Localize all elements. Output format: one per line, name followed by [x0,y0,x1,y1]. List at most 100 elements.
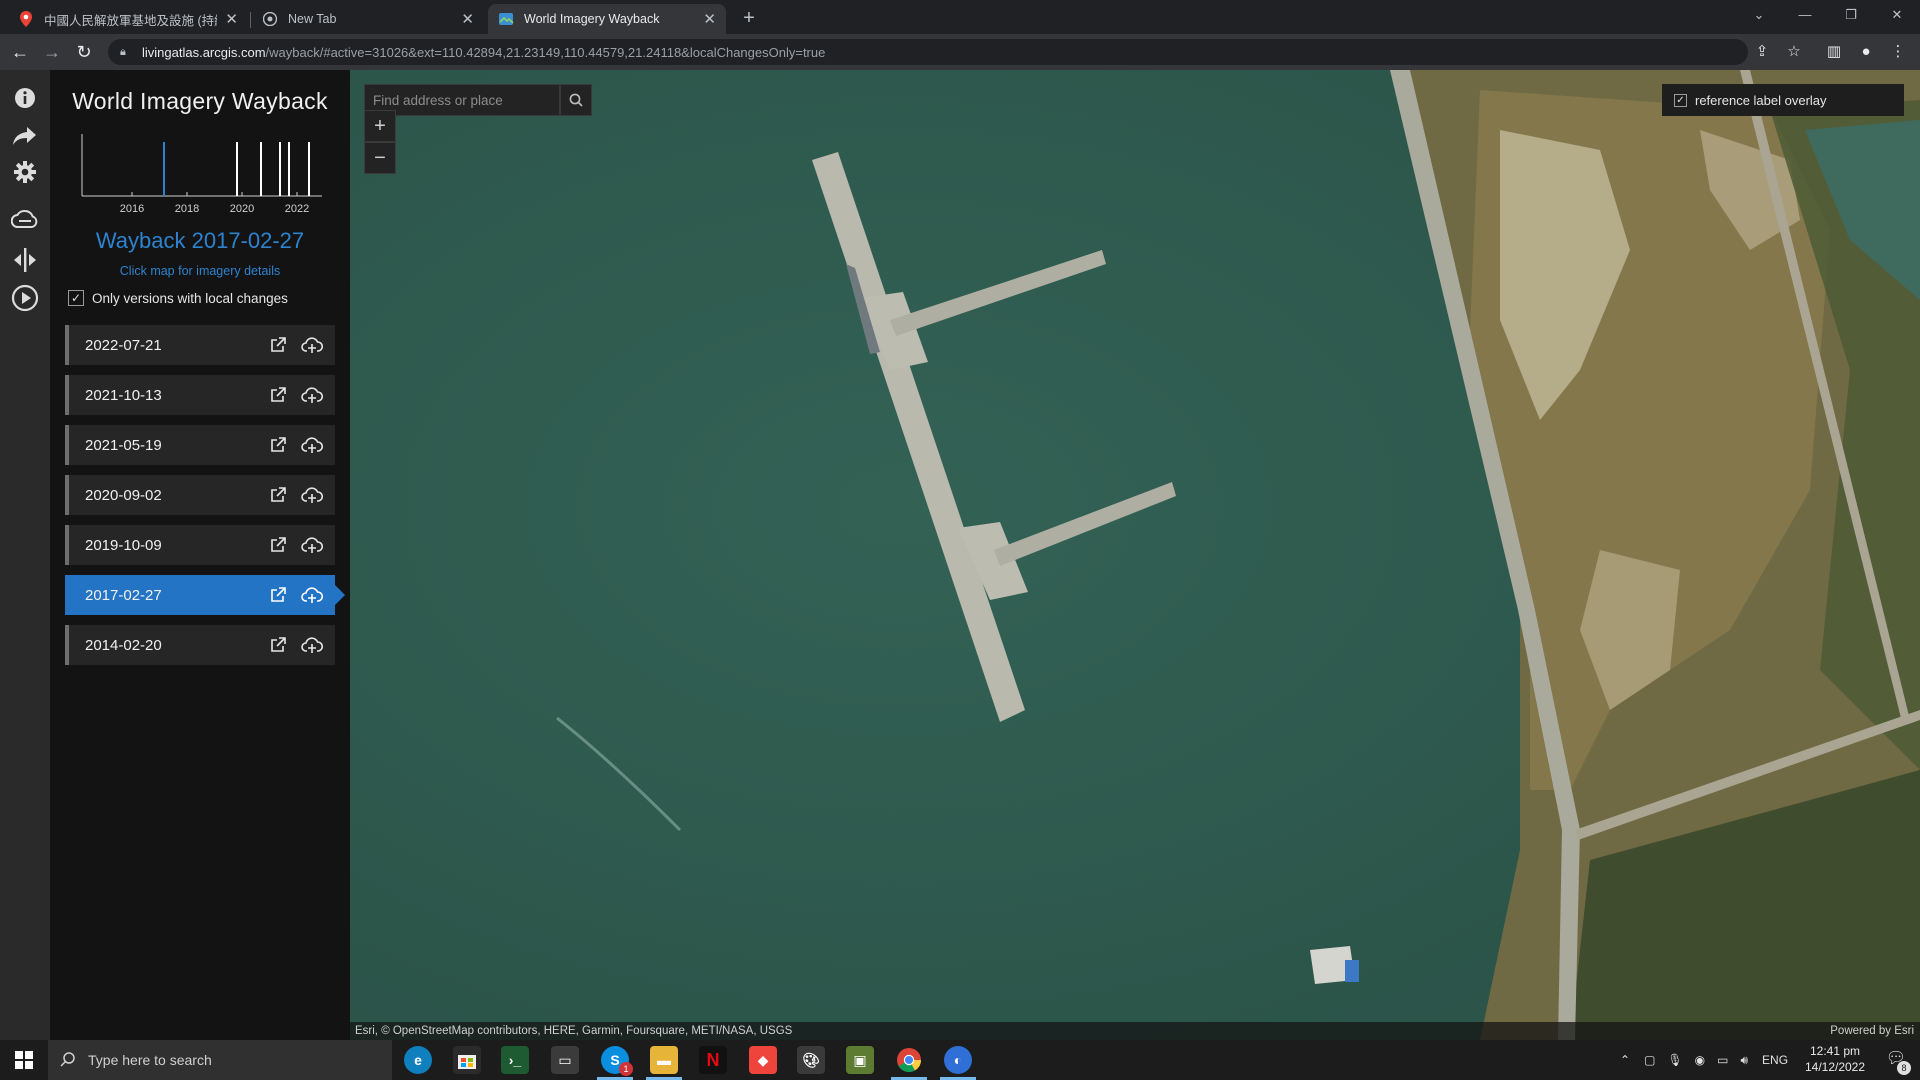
release-timeline[interactable]: 2016 2018 2020 2022 [80,134,325,216]
settings-icon[interactable] [11,158,39,186]
tab-new-tab[interactable]: New Tab ✕ [252,4,484,34]
taskbar-clock[interactable]: 12:41 pm 14/12/2022 [1790,1043,1880,1075]
map-view[interactable]: Find address or place + − ✓ reference la… [350,70,1920,1040]
add-to-map-cloud-icon[interactable] [301,534,323,556]
tab-title: World Imagery Wayback [524,12,660,26]
bookmark-star-icon[interactable]: ☆ [1782,40,1806,64]
release-item-2021-05-19[interactable]: 2021-05-19 [65,425,335,465]
back-button[interactable]: ← [8,40,32,64]
search-icon [60,1051,76,1070]
open-external-icon[interactable] [267,434,289,456]
forward-button[interactable]: → [40,40,64,64]
restore-button[interactable]: ❐ [1828,0,1874,30]
zoom-in-button[interactable]: + [364,110,396,142]
tab-search-icon[interactable]: ⌄ [1736,0,1782,30]
timeline-tick-2018: 2018 [175,203,199,215]
open-external-icon[interactable] [267,584,289,606]
notification-count-badge: 8 [1897,1061,1911,1075]
show-hidden-icons-chevron-icon[interactable]: ⌃ [1620,1053,1630,1067]
add-to-map-cloud-icon[interactable] [301,384,323,406]
search-icon[interactable] [560,84,592,116]
add-to-map-cloud-icon[interactable] [301,584,323,606]
release-item-2021-10-13[interactable]: 2021-10-13 [65,375,335,415]
open-external-icon[interactable] [267,534,289,556]
terminal-icon[interactable]: ›_ [501,1046,529,1074]
address-bar[interactable]: 🔒︎ livingatlas.arcgis.com /wayback/#acti… [108,39,1748,65]
clock-time: 12:41 pm [1809,1044,1861,1058]
store-icon[interactable] [453,1046,481,1074]
imagery-details-hint[interactable]: Click map for imagery details [50,264,350,278]
clock-date: 14/12/2022 [1804,1060,1866,1074]
close-tab-icon[interactable]: ✕ [225,10,238,28]
language-indicator[interactable]: ENG [1762,1053,1788,1067]
tab-title: New Tab [288,12,337,26]
browser-tab-bar: 中國人民解放軍基地及設施 (持續 ✕ New Tab ✕ World Image… [0,0,1920,34]
folder-dark-icon[interactable]: ▭ [551,1046,579,1074]
taskbar-search-input[interactable]: Type here to search [48,1040,392,1080]
new-tab-button[interactable]: + [735,4,763,32]
release-date: 2017-02-27 [85,586,162,604]
release-date: 2021-10-13 [85,386,162,404]
release-item-2020-09-02[interactable]: 2020-09-02 [65,475,335,515]
add-to-map-cloud-icon[interactable] [301,334,323,356]
anydesk-icon[interactable]: ◆ [749,1046,777,1074]
play-icon[interactable] [11,284,39,312]
zoom-out-button[interactable]: − [364,142,396,174]
powered-by-esri[interactable]: Powered by Esri [1830,1022,1914,1040]
close-tab-icon[interactable]: ✕ [461,10,474,28]
minecraft-icon[interactable]: ▣ [846,1046,874,1074]
profile-icon[interactable]: ● [1854,40,1878,64]
url-host: livingatlas.arcgis.com [142,44,266,60]
release-item-2019-10-09[interactable]: 2019-10-09 [65,525,335,565]
open-external-icon[interactable] [267,484,289,506]
selected-release-title: Wayback 2017-02-27 [95,228,305,253]
add-to-map-cloud-icon[interactable] [301,434,323,456]
satellite-imagery [350,70,1920,1040]
share-icon[interactable] [11,122,39,150]
network-icon[interactable]: ▭ [1717,1053,1728,1067]
tab-pla-bases[interactable]: 中國人民解放軍基地及設施 (持續 ✕ [8,4,248,34]
file-explorer-icon[interactable]: ▬ [650,1046,678,1074]
edge-icon[interactable]: e [404,1046,432,1074]
layers-icon[interactable] [11,206,39,234]
release-item-2014-02-20[interactable]: 2014-02-20 [65,625,335,665]
paint-icon[interactable]: 🎨︎ [797,1046,825,1074]
add-to-map-cloud-icon[interactable] [301,634,323,656]
open-external-icon[interactable] [267,334,289,356]
local-changes-checkbox[interactable]: ✓ [68,290,84,306]
wifi-icon[interactable]: ◉ [1695,1053,1705,1067]
reload-button[interactable]: ↻ [72,40,96,64]
minimize-button[interactable]: — [1782,0,1828,30]
microphone-icon[interactable]: 🎙︎ [1667,1053,1682,1067]
volume-icon[interactable]: 🔊︎ [1740,1053,1748,1068]
wayback-icon [498,11,514,27]
add-to-map-cloud-icon[interactable] [301,484,323,506]
release-date: 2020-09-02 [85,486,162,504]
system-tray: ⌃ ▢ 🎙︎ ◉ ▭ 🔊︎ ENG [1620,1040,1788,1080]
open-external-icon[interactable] [267,634,289,656]
windows-start-icon[interactable] [0,1040,48,1080]
local-changes-toggle[interactable]: ✓ Only versions with local changes [68,290,288,306]
wayback-app: World Imagery Wayback 2016 2018 2020 202… [0,70,1920,1040]
release-date: 2014-02-20 [85,636,162,654]
app-title: World Imagery Wayback [72,88,328,114]
release-item-2022-07-21[interactable]: 2022-07-21 [65,325,335,365]
close-window-button[interactable]: ✕ [1874,0,1920,30]
open-external-icon[interactable] [267,384,289,406]
netflix-icon[interactable]: N [699,1046,727,1074]
lock-icon: 🔒︎ [120,45,126,58]
release-item-2017-02-27[interactable]: 2017-02-27 [65,575,345,615]
side-panel-icon[interactable]: ▥ [1822,40,1846,64]
google-earth-icon[interactable]: ◐ [944,1046,972,1074]
meet-now-icon[interactable]: ▢ [1644,1053,1655,1067]
reference-label-toggle[interactable]: ✓ reference label overlay [1662,84,1904,116]
reference-label-checkbox[interactable]: ✓ [1674,93,1687,107]
info-icon[interactable] [11,84,39,112]
share-page-icon[interactable]: ⇪ [1750,40,1774,64]
close-tab-icon[interactable]: ✕ [703,10,716,28]
timeline-tick-2016: 2016 [120,203,144,215]
menu-kebab-icon[interactable]: ⋮ [1886,40,1910,64]
chrome-icon[interactable] [895,1046,923,1074]
tab-world-imagery-wayback[interactable]: World Imagery Wayback ✕ [488,4,726,34]
swipe-icon[interactable] [11,246,39,274]
